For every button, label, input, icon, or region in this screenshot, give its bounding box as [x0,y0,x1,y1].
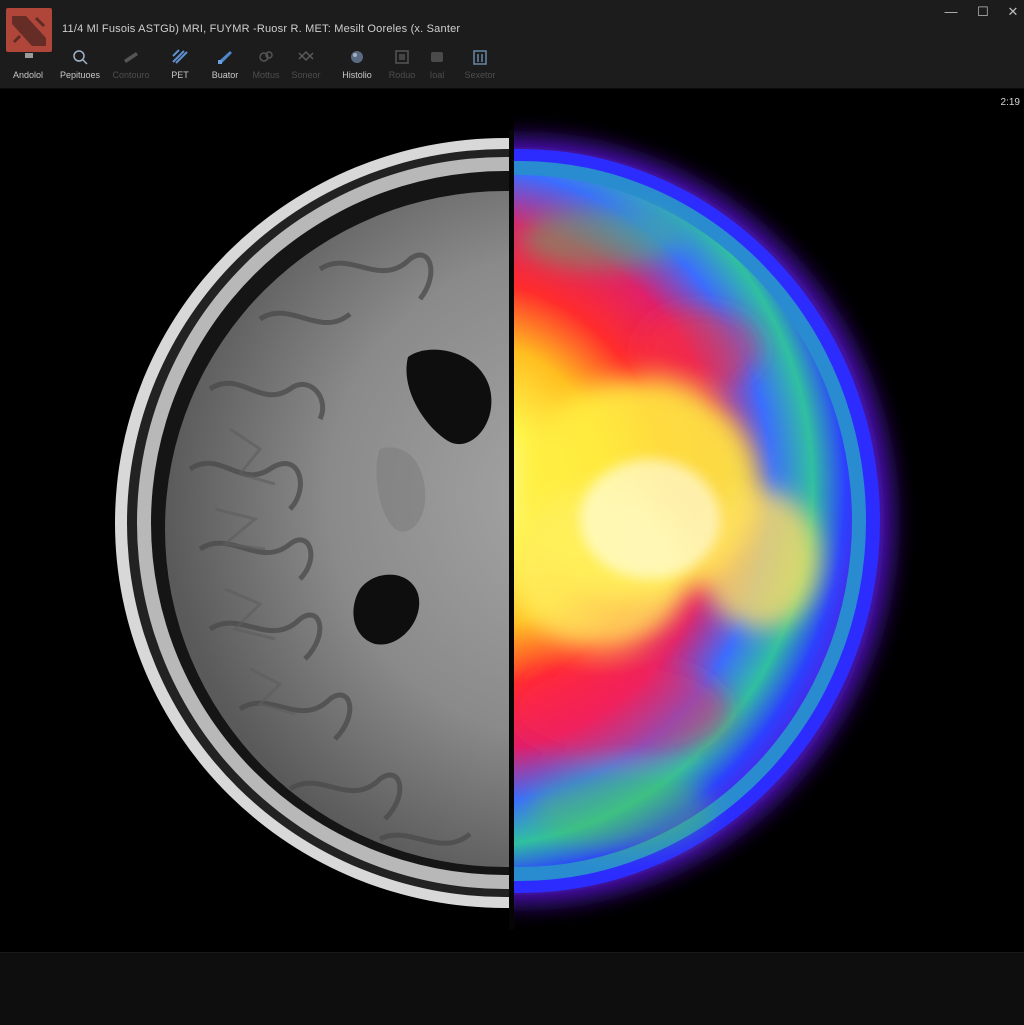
tool-label: Contouro [112,70,150,80]
close-button[interactable]: ✕ [998,2,1024,22]
tool-label: Mottus [252,70,280,80]
tool-label: Histolio [342,70,372,80]
minimize-button[interactable]: — [936,2,966,22]
pet-icon [172,49,188,64]
grid-icon [298,50,314,62]
tool-soneor[interactable]: Soneor [288,44,324,84]
box-icon [431,52,443,62]
tool-pet[interactable]: PET [164,44,196,84]
fusion-image [115,129,892,929]
pointer-icon [25,53,33,58]
tool-roduo[interactable]: Roduo [384,44,420,84]
title-bar: 11/4 Ml Fusois ASTGb) MRI, FUYMR -Ruosr … [0,0,1024,89]
tool-label: Andolol [12,70,44,80]
link-icon [259,51,273,62]
sphere-icon [351,51,363,63]
tool-histolio[interactable]: Histolio [336,44,378,84]
building-icon [473,50,487,65]
magnifier-icon [73,50,88,65]
tool-mottus[interactable]: Mottus [248,44,284,84]
tool-label: Pepituoes [59,70,101,80]
brush-icon [218,51,232,64]
tool-label: Roduo [388,70,416,80]
image-viewport[interactable]: 2:19 [0,89,1024,951]
tool-label: Sexetor [464,70,496,80]
status-bar [0,952,1024,1025]
tool-pepituoes[interactable]: Pepituoes [54,44,106,84]
tool-buator[interactable]: Buator [204,44,246,84]
maximize-button[interactable]: ☐ [968,2,998,22]
tool-andolol[interactable]: Andolol [8,44,48,84]
tool-label: Soneor [291,70,321,80]
tool-label: PET [171,70,189,80]
tool-contouro[interactable]: Contouro [108,44,154,84]
tool-sexetor[interactable]: Sexetor [460,44,500,84]
tool-label: Buator [211,70,239,80]
toolbar: Andolol Pepituoes Contouro PET Buator Mo… [0,44,520,84]
tool-label: Ioal [429,70,445,80]
tool-ioal[interactable]: Ioal [422,44,452,84]
layers-icon [395,50,409,64]
ruler-icon [124,52,138,63]
window-title: 11/4 Ml Fusois ASTGb) MRI, FUYMR -Ruosr … [62,23,461,35]
